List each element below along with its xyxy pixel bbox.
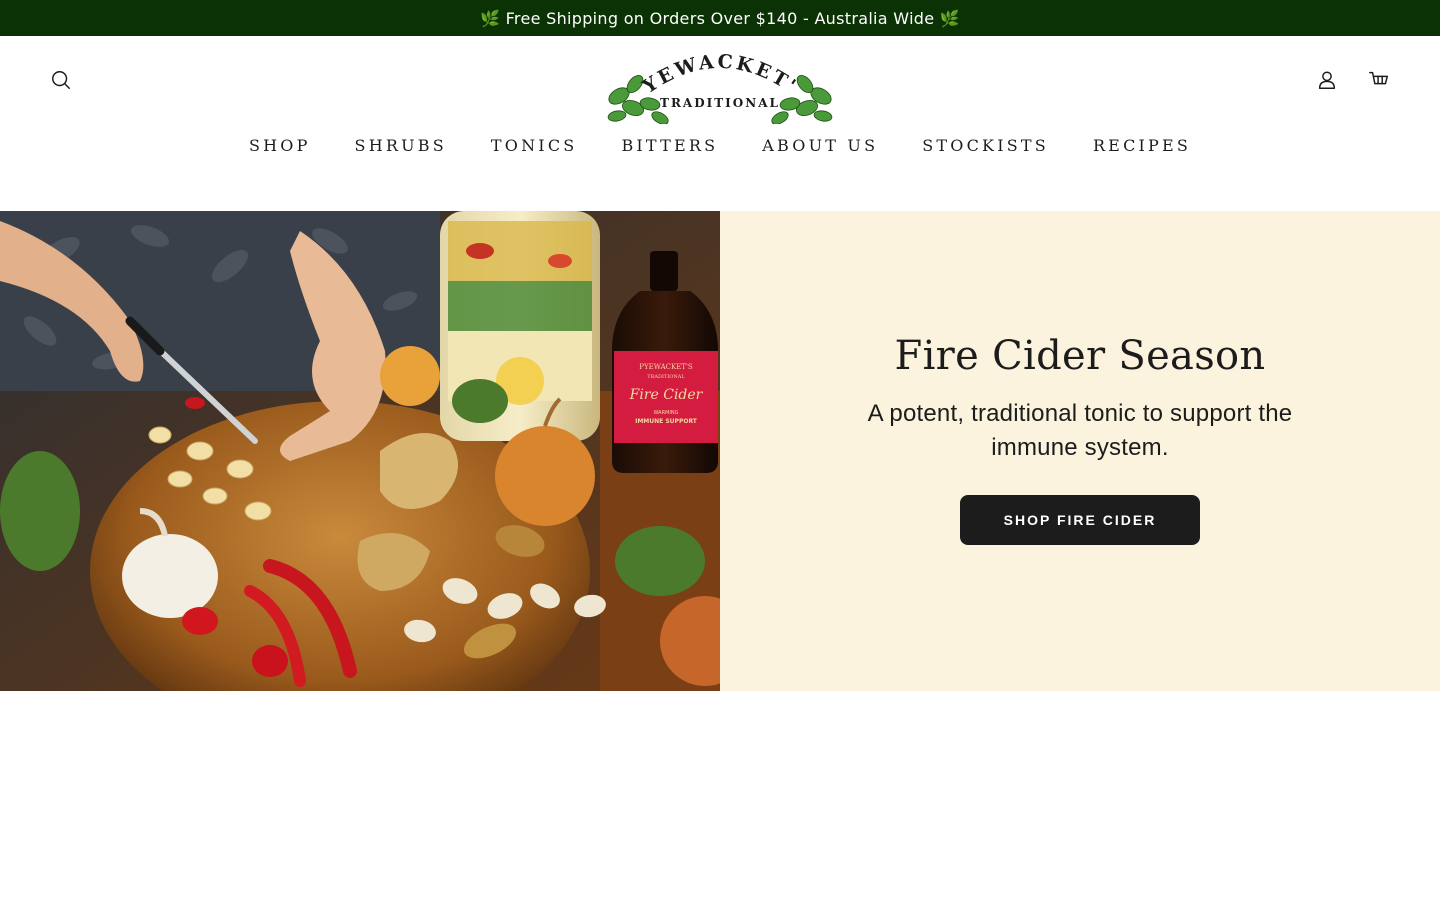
account-icon [1318, 71, 1336, 89]
fire-cider-ingredients-photo: PYEWACKET'S TRADITIONAL Fire Cider WARMI… [0, 211, 720, 691]
hero-banner: PYEWACKET'S TRADITIONAL Fire Cider WARMI… [0, 211, 1440, 691]
announcement-text: 🌿 Free Shipping on Orders Over $140 - Au… [479, 8, 961, 28]
hero-content-panel: Fire Cider Season A potent, traditional … [720, 211, 1440, 691]
logo-emblem: PYEWACKET'S TRADITIONAL [596, 29, 833, 125]
hero-title: Fire Cider Season [894, 333, 1266, 379]
bottle-sub-text: TRADITIONAL [647, 374, 685, 380]
cart-icon [1369, 71, 1388, 85]
site-header: PYEWACKET'S TRADITIONAL SHOP SHRUBS TONI… [0, 29, 1440, 211]
announcement-bar: 🌿 Free Shipping on Orders Over $140 - Au… [0, 0, 1440, 36]
cart-button[interactable] [1365, 66, 1393, 94]
hero-image: PYEWACKET'S TRADITIONAL Fire Cider WARMI… [0, 211, 720, 691]
search-button[interactable] [47, 66, 75, 94]
nav-item-tonics[interactable]: TONICS [469, 136, 600, 155]
nav-item-stockists[interactable]: STOCKISTS [900, 136, 1071, 155]
nav-item-about-us[interactable]: ABOUT US [740, 136, 900, 155]
hero-subtitle: A potent, traditional tonic to support t… [867, 400, 1293, 461]
shop-fire-cider-button[interactable]: SHOP FIRE CIDER [960, 495, 1200, 545]
nav-item-recipes[interactable]: RECIPES [1071, 136, 1213, 155]
nav-item-bitters[interactable]: BITTERS [599, 136, 740, 155]
nav-item-shop[interactable]: SHOP [227, 136, 333, 155]
logo-bottom-text: TRADITIONAL [660, 96, 780, 110]
nav-item-shrubs[interactable]: SHRUBS [333, 136, 469, 155]
bottle-brand-text: PYEWACKET'S [639, 363, 693, 371]
search-icon [52, 71, 70, 89]
site-logo[interactable]: PYEWACKET'S TRADITIONAL [596, 29, 835, 125]
main-navigation: SHOP SHRUBS TONICS BITTERS ABOUT US STOC… [0, 136, 1440, 155]
account-button[interactable] [1313, 66, 1341, 94]
bottle-line1-text: WARMING [654, 410, 679, 416]
bottle-product-text: Fire Cider [629, 387, 704, 403]
bottle-line2-text: IMMUNE SUPPORT [635, 418, 698, 425]
